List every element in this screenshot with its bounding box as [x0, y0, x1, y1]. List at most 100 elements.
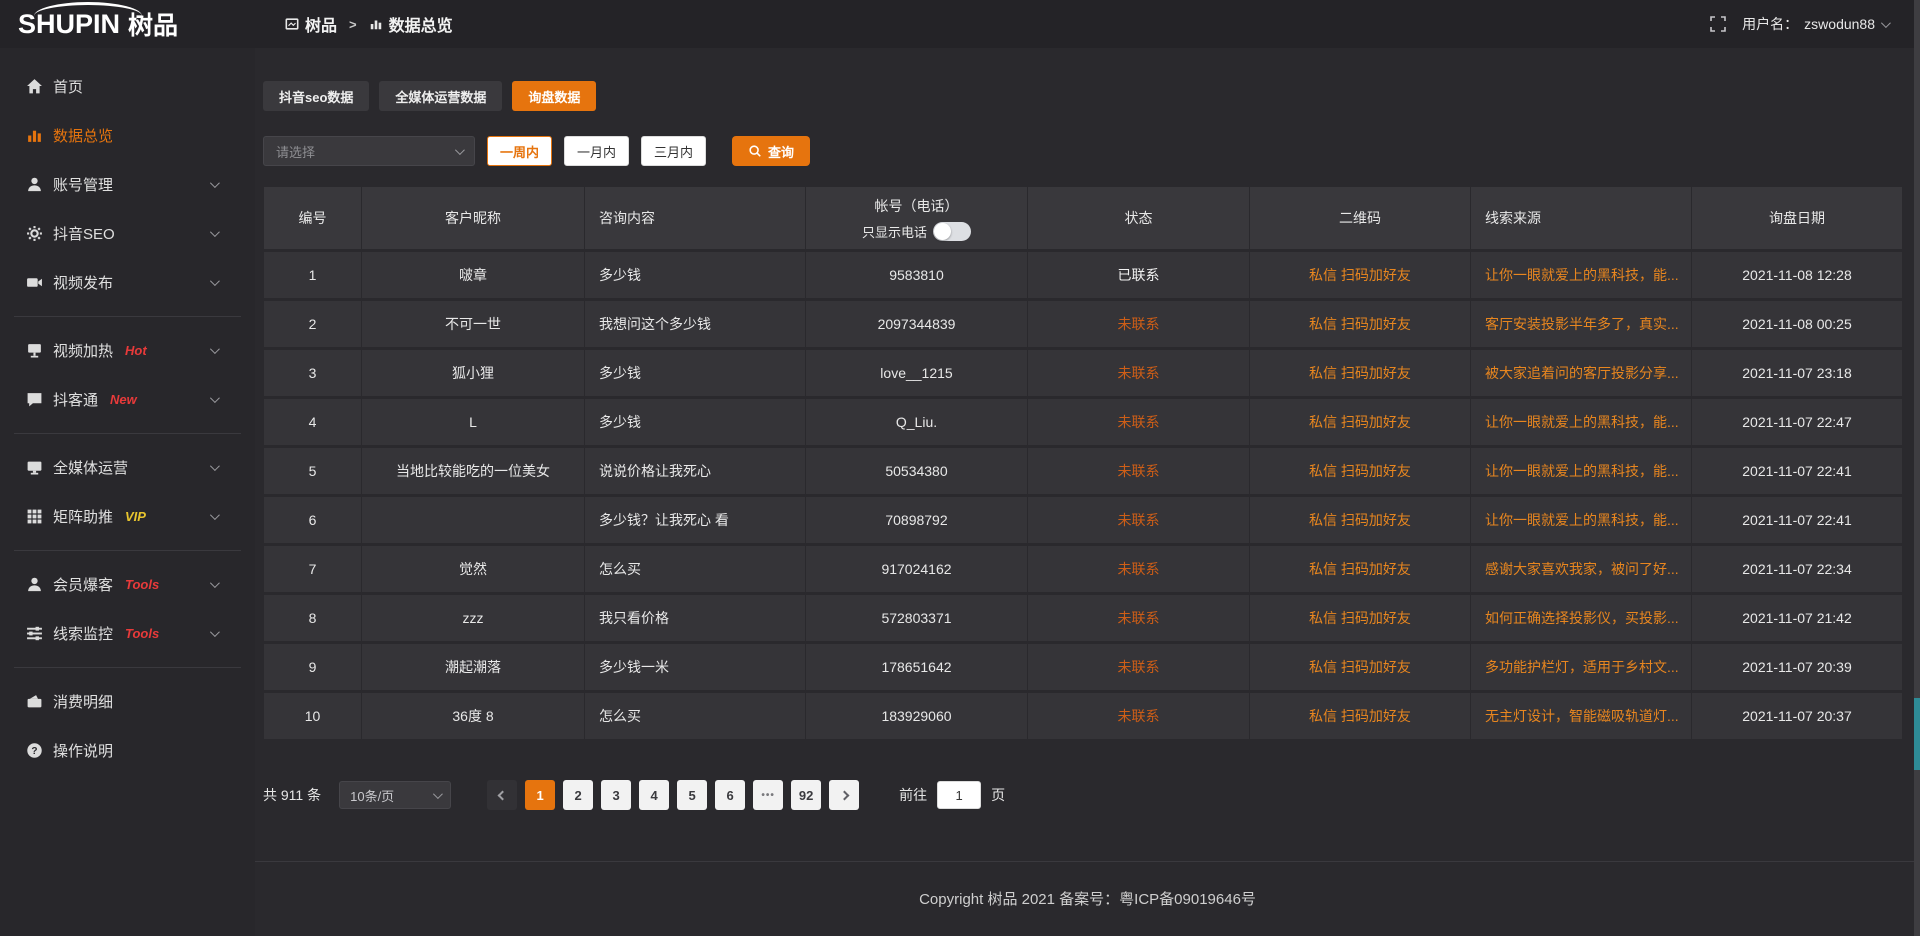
tab-inquiry-data[interactable]: 询盘数据: [512, 81, 596, 111]
account-select[interactable]: 请选择: [263, 136, 475, 166]
tab-douyin-seo-data[interactable]: 抖音seo数据: [263, 81, 369, 111]
data-tabs: 抖音seo数据 全媒体运营数据 询盘数据: [263, 81, 1902, 111]
breadcrumb: 树品 > 数据总览: [285, 12, 453, 36]
table-row: 2不可一世我想问这个多少钱2097344839未联系私信 扫码加好友客厅安装投影…: [264, 300, 1903, 349]
qrcode-links[interactable]: 私信 扫码加好友: [1250, 349, 1471, 398]
qrcode-links[interactable]: 私信 扫码加好友: [1250, 692, 1471, 741]
page-button[interactable]: 4: [639, 780, 669, 810]
tools-badge: Tools: [125, 626, 159, 641]
sidebar-item-matrix-boost[interactable]: 矩阵助推 VIP: [0, 492, 255, 541]
page-list: 123456 ••• 92: [525, 780, 821, 810]
sidebar-item-label: 会员爆客: [53, 574, 113, 595]
status-badge: 未联系: [1028, 300, 1250, 349]
col-content: 咨询内容: [585, 187, 806, 251]
qrcode-links[interactable]: 私信 扫码加好友: [1250, 643, 1471, 692]
status-badge: 未联系: [1028, 349, 1250, 398]
qrcode-links[interactable]: 私信 扫码加好友: [1250, 251, 1471, 300]
sidebar-item-omnimedia[interactable]: 全媒体运营: [0, 443, 255, 492]
cell-account: 70898792: [806, 496, 1028, 545]
sidebar-item-label: 抖音SEO: [53, 223, 115, 244]
qrcode-links[interactable]: 私信 扫码加好友: [1250, 545, 1471, 594]
source-link[interactable]: 让你一眼就爱上的黑科技，能...: [1471, 251, 1692, 300]
cell-nickname: L: [362, 398, 585, 447]
select-placeholder: 请选择: [276, 142, 455, 161]
sidebar-item-douyin-seo[interactable]: 抖音SEO: [0, 209, 255, 258]
cell-index: 2: [264, 300, 362, 349]
logo-arc-icon: [34, 2, 142, 16]
user-menu[interactable]: 用户名： zswodun88: [1742, 14, 1888, 34]
cell-nickname: 不可一世: [362, 300, 585, 349]
source-link[interactable]: 让你一眼就爱上的黑科技，能...: [1471, 496, 1692, 545]
page-button[interactable]: 5: [677, 780, 707, 810]
search-button[interactable]: 查询: [732, 136, 810, 166]
source-link[interactable]: 被大家追着问的客厅投影分享...: [1471, 349, 1692, 398]
page-button[interactable]: 2: [563, 780, 593, 810]
cell-date: 2021-11-07 22:34: [1692, 545, 1903, 594]
scrollbar-track[interactable]: [1914, 0, 1920, 936]
qrcode-links[interactable]: 私信 扫码加好友: [1250, 447, 1471, 496]
sidebar-item-instructions[interactable]: ? 操作说明: [0, 726, 255, 775]
home-icon: [26, 78, 43, 95]
page-button[interactable]: 6: [715, 780, 745, 810]
source-link[interactable]: 多功能护栏灯，适用于乡村文...: [1471, 643, 1692, 692]
table-row: 5当地比较能吃的一位美女说说价格让我死心50534380未联系私信 扫码加好友让…: [264, 447, 1903, 496]
period-week-button[interactable]: 一周内: [487, 136, 552, 166]
sidebar-item-consumption-details[interactable]: 消费明细: [0, 677, 255, 726]
table-row: 6多少钱？让我死心 看70898792未联系私信 扫码加好友让你一眼就爱上的黑科…: [264, 496, 1903, 545]
source-link[interactable]: 让你一眼就爱上的黑科技，能...: [1471, 447, 1692, 496]
source-link[interactable]: 感谢大家喜欢我家，被问了好...: [1471, 545, 1692, 594]
topbar-right: 用户名： zswodun88: [1710, 14, 1920, 34]
page-button[interactable]: 92: [791, 780, 821, 810]
username-value: zswodun88: [1804, 16, 1875, 32]
sidebar-item-douketong[interactable]: 抖客通 New: [0, 375, 255, 424]
breadcrumb-current[interactable]: 数据总览: [369, 12, 453, 36]
chat-bubble-icon: [26, 391, 43, 408]
fullscreen-icon[interactable]: [1710, 16, 1726, 32]
cell-date: 2021-11-07 21:42: [1692, 594, 1903, 643]
scrollbar-thumb[interactable]: [1914, 698, 1920, 770]
cell-account: 9583810: [806, 251, 1028, 300]
cell-date: 2021-11-08 12:28: [1692, 251, 1903, 300]
qrcode-links[interactable]: 私信 扫码加好友: [1250, 496, 1471, 545]
page-button[interactable]: 1: [525, 780, 555, 810]
chevron-down-icon: [210, 276, 220, 286]
page-size-select[interactable]: 10条/页: [339, 781, 451, 809]
bar-chart-icon: [369, 17, 383, 31]
breadcrumb-root[interactable]: 树品: [285, 12, 337, 36]
sidebar-divider: [14, 316, 241, 317]
cell-index: 3: [264, 349, 362, 398]
next-page-button[interactable]: [829, 780, 859, 810]
cell-content: 多少钱: [585, 251, 806, 300]
sidebar-item-lead-monitoring[interactable]: 线索监控 Tools: [0, 609, 255, 658]
source-link[interactable]: 让你一眼就爱上的黑科技，能...: [1471, 398, 1692, 447]
cell-account: 572803371: [806, 594, 1028, 643]
qrcode-links[interactable]: 私信 扫码加好友: [1250, 398, 1471, 447]
cell-date: 2021-11-08 00:25: [1692, 300, 1903, 349]
period-quarter-button[interactable]: 三月内: [641, 136, 706, 166]
billboard-icon: [26, 342, 43, 359]
cell-date: 2021-11-07 20:37: [1692, 692, 1903, 741]
sidebar-item-video-publish[interactable]: 视频发布: [0, 258, 255, 307]
period-month-button[interactable]: 一月内: [564, 136, 629, 166]
svg-text:?: ?: [31, 746, 37, 757]
goto-page: 前往 页: [899, 781, 1005, 809]
source-link[interactable]: 客厅安装投影半年多了，真实...: [1471, 300, 1692, 349]
source-link[interactable]: 无主灯设计，智能磁吸轨道灯...: [1471, 692, 1692, 741]
page-ellipsis-button[interactable]: •••: [753, 780, 783, 810]
page-button[interactable]: 3: [601, 780, 631, 810]
qrcode-links[interactable]: 私信 扫码加好友: [1250, 594, 1471, 643]
qrcode-links[interactable]: 私信 扫码加好友: [1250, 300, 1471, 349]
tab-omnimedia-data[interactable]: 全媒体运营数据: [379, 81, 502, 111]
prev-page-button[interactable]: [487, 780, 517, 810]
goto-page-input[interactable]: [937, 781, 981, 809]
col-source: 线索来源: [1471, 187, 1692, 251]
sidebar-item-account-management[interactable]: 账号管理: [0, 160, 255, 209]
sidebar-item-label: 账号管理: [53, 174, 113, 195]
table-row: 4L多少钱Q_Liu.未联系私信 扫码加好友让你一眼就爱上的黑科技，能...20…: [264, 398, 1903, 447]
sidebar-item-member-baoke[interactable]: 会员爆客 Tools: [0, 560, 255, 609]
sidebar-item-home[interactable]: 首页: [0, 62, 255, 111]
phone-only-toggle[interactable]: [933, 222, 971, 241]
source-link[interactable]: 如何正确选择投影仪，买投影...: [1471, 594, 1692, 643]
sidebar-item-data-overview[interactable]: 数据总览: [0, 111, 255, 160]
sidebar-item-video-heating[interactable]: 视频加热 Hot: [0, 326, 255, 375]
